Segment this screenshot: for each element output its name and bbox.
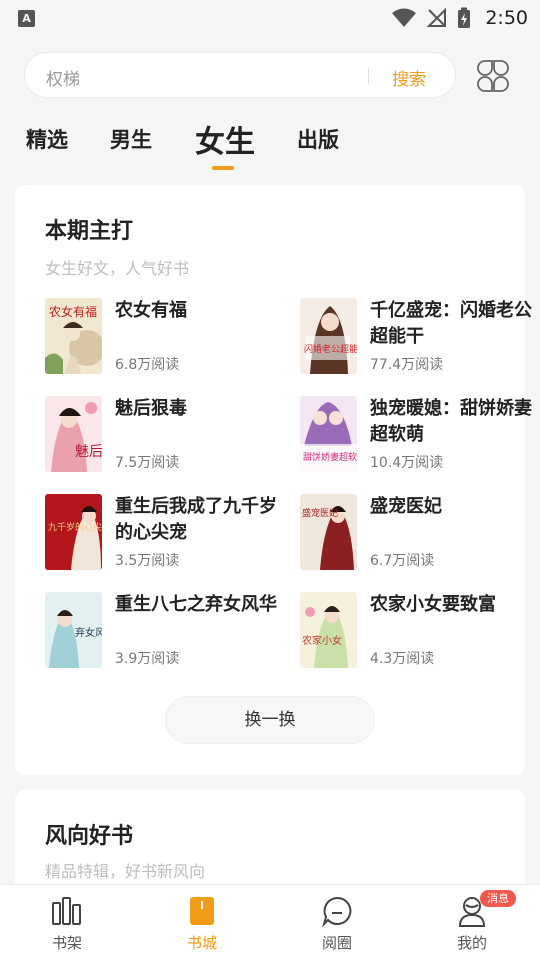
book-title[interactable]: 重生八七之弃女风华 xyxy=(115,592,290,618)
book-item[interactable]: 九千岁的心尖宠 重生后我成了九千岁的心尖宠 3.5万阅读 xyxy=(45,494,277,572)
book-cover[interactable]: 弃女风华 xyxy=(45,592,102,668)
tab-featured[interactable]: 精选 xyxy=(26,124,68,154)
book-item[interactable]: 农女有福 农女有福 6.8万阅读 xyxy=(45,298,275,376)
message-badge[interactable]: 消息 xyxy=(480,890,516,907)
cover-title: 甜饼娇妻超软萌 xyxy=(303,451,357,463)
book-title[interactable]: 重生后我成了九千岁的心尖宠 xyxy=(115,494,290,546)
book-cover[interactable]: 农女有福 xyxy=(45,298,102,374)
book-reads: 3.9万阅读 xyxy=(115,651,180,667)
book-reads: 6.7万阅读 xyxy=(370,553,435,569)
no-signal-icon xyxy=(427,8,447,27)
book-cover[interactable]: 农家小女 xyxy=(300,592,357,668)
search-input[interactable]: 权梯 xyxy=(46,65,80,90)
book-cover[interactable]: 魅后 xyxy=(45,396,102,472)
bookshelf-icon xyxy=(52,897,81,925)
book-cover[interactable]: 盛宠医妃 xyxy=(300,494,357,570)
chat-icon xyxy=(322,896,352,927)
notification-icon: A xyxy=(18,10,35,27)
book-item[interactable]: 弃女风华 重生八七之弃女风华 3.9万阅读 xyxy=(45,592,277,670)
nav-item-profile[interactable]: 我的 消息 xyxy=(417,885,527,960)
status-time: 2:50 xyxy=(485,7,528,29)
cover-title: 农女有福 xyxy=(49,304,97,319)
section-subtitle: 女生好文，人气好书 xyxy=(45,259,190,278)
book-reads: 77.4万阅读 xyxy=(370,357,444,373)
bookstore-icon xyxy=(190,897,214,925)
bottom-navigation: 书架 书城 阅圈 我的 消息 xyxy=(0,884,540,960)
book-title[interactable]: 千亿盛宠：闪婚老公超能干 xyxy=(370,298,540,350)
nav-label: 阅圈 xyxy=(321,934,352,952)
book-title[interactable]: 魅后狠毒 xyxy=(115,396,290,422)
cover-title: 闪婚老公超能干 xyxy=(304,343,357,355)
battery-charging-icon xyxy=(458,7,471,28)
cover-title: 魅后 xyxy=(75,444,102,460)
cover-title: 弃女风华 xyxy=(75,626,102,639)
book-reads: 4.3万阅读 xyxy=(370,651,435,667)
book-title[interactable]: 盛宠医妃 xyxy=(370,494,540,520)
section-title: 风向好书 xyxy=(45,824,134,849)
book-cover[interactable]: 闪婚老公超能干 xyxy=(300,298,357,374)
book-reads: 6.8万阅读 xyxy=(115,357,180,373)
book-title[interactable]: 独宠暖媳：甜饼娇妻超软萌 xyxy=(370,396,540,448)
book-reads: 7.5万阅读 xyxy=(115,455,180,471)
nav-label: 书架 xyxy=(51,934,82,952)
section-subtitle: 精品特辑，好书新风向 xyxy=(45,862,206,881)
tab-publishing[interactable]: 出版 xyxy=(297,124,339,154)
featured-section: 本期主打 女生好文，人气好书 农女有福 农女有福 6.8万阅读 闪婚老公超能 千… xyxy=(15,185,532,775)
book-cover[interactable]: 九千岁的心尖宠 xyxy=(45,494,102,570)
book-item[interactable]: 闪婚老公超能干 千亿盛宠：闪婚老公超能干 77.4万阅读 xyxy=(300,298,532,376)
tab-female[interactable]: 女生 xyxy=(195,117,255,161)
book-reads: 10.4万阅读 xyxy=(370,455,444,471)
search-button[interactable]: 搜索 xyxy=(392,65,426,90)
cover-title: 盛宠医妃 xyxy=(302,507,338,519)
cover-title: 农家小女 xyxy=(302,634,342,647)
nav-item-bookstore[interactable]: 书城 xyxy=(147,885,257,960)
refresh-button[interactable]: 换一换 xyxy=(165,696,375,744)
search-bar[interactable]: 权梯 搜索 xyxy=(24,52,456,98)
book-reads: 3.5万阅读 xyxy=(115,553,180,569)
book-item[interactable]: 魅后 魅后狠毒 7.5万阅读 xyxy=(45,396,275,474)
book-title[interactable]: 农家小女要致富 xyxy=(370,592,540,618)
cover-title: 九千岁的心尖宠 xyxy=(48,521,102,533)
section-title: 本期主打 xyxy=(45,219,134,244)
book-title[interactable]: 农女有福 xyxy=(115,298,290,324)
nav-item-reading-circle[interactable]: 阅圈 xyxy=(282,885,392,960)
nav-item-bookshelf[interactable]: 书架 xyxy=(12,885,122,960)
status-icons: 2:50 xyxy=(391,6,528,30)
wifi-icon xyxy=(392,8,417,27)
nav-label: 书城 xyxy=(186,934,217,952)
tab-male[interactable]: 男生 xyxy=(110,124,152,154)
category-grid-icon[interactable] xyxy=(476,59,510,93)
book-item[interactable]: 甜饼娇妻超软萌 独宠暖媳：甜饼娇妻超软萌 10.4万阅读 xyxy=(300,396,532,474)
nav-label: 我的 xyxy=(456,934,487,952)
book-cover[interactable]: 甜饼娇妻超软萌 xyxy=(300,396,357,472)
book-item[interactable]: 农家小女 农家小女要致富 4.3万阅读 xyxy=(300,592,530,670)
status-bar: A 2:50 xyxy=(0,0,540,36)
search-divider xyxy=(368,68,369,84)
tab-indicator xyxy=(212,166,234,170)
book-item[interactable]: 盛宠医妃 盛宠医妃 6.7万阅读 xyxy=(300,494,530,572)
